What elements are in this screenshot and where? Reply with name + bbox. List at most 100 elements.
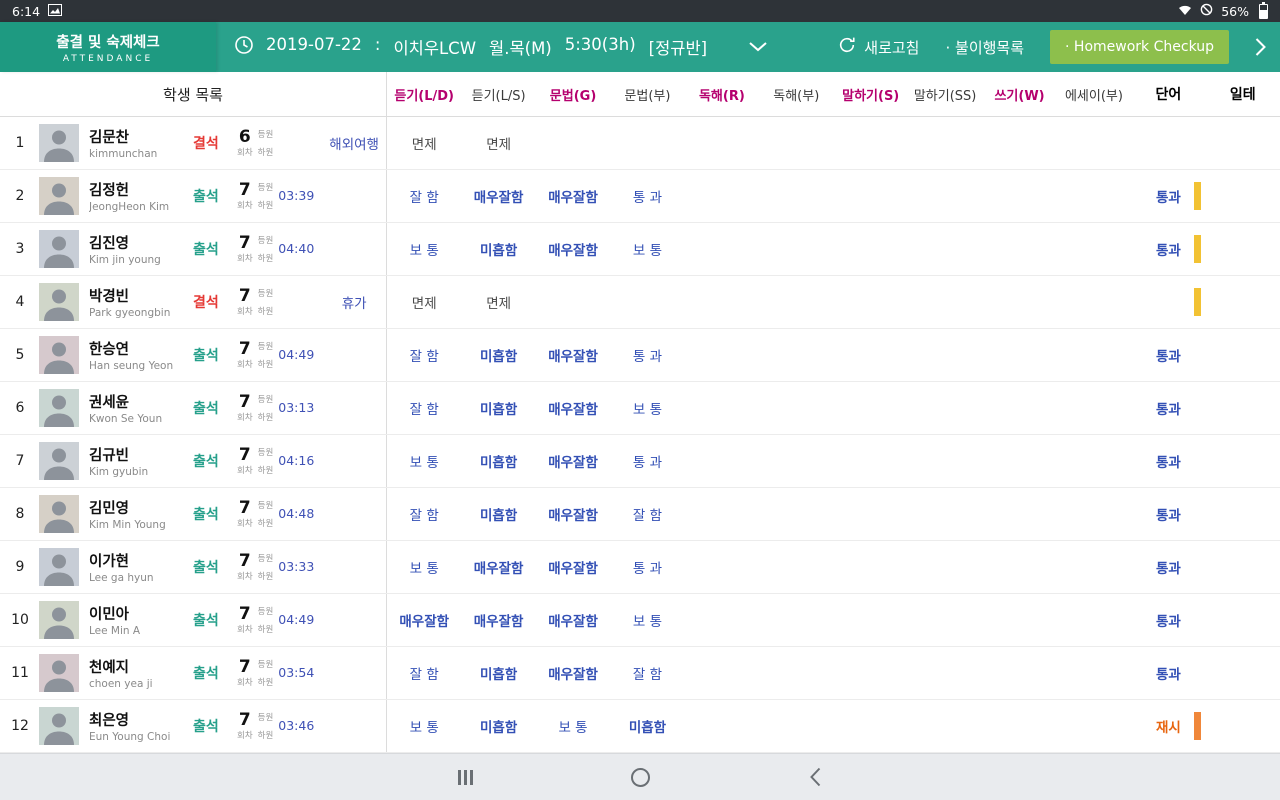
grade-cell[interactable]: 보 통 (610, 610, 684, 630)
grade-cell[interactable]: 면제 (461, 133, 535, 153)
student-photo[interactable] (39, 654, 79, 692)
grade-cell[interactable]: 매우잘함 (536, 504, 610, 524)
student-row[interactable]: 4 박경빈 Park gyeongbin 결석 7 회차 등원 하원 휴가 면제 면제 (0, 276, 1280, 329)
column-header[interactable]: 쓰기(W) (982, 85, 1056, 104)
grade-cell[interactable]: 매우잘함 (536, 557, 610, 577)
column-header[interactable]: 말하기(SS) (908, 85, 982, 104)
grade-cell[interactable]: 면제 (387, 292, 461, 312)
attendance-status[interactable]: 출석 (193, 451, 233, 471)
vocab-result-cell[interactable]: 통과 (1131, 329, 1205, 381)
attendance-status[interactable]: 결석 (193, 292, 233, 312)
column-header[interactable]: 일테 (1206, 84, 1280, 104)
grade-cell[interactable]: 매우잘함 (387, 610, 461, 630)
column-header[interactable]: 듣기(L/D) (387, 85, 461, 104)
vocab-result-cell[interactable]: 재시 (1131, 700, 1205, 752)
grade-cell[interactable]: 미흡함 (461, 451, 535, 471)
grade-cell[interactable]: 매우잘함 (536, 398, 610, 418)
column-header[interactable]: 에세이(부) (1057, 85, 1131, 104)
attendance-status[interactable]: 출석 (193, 610, 233, 630)
grade-cell[interactable]: 잘 함 (387, 504, 461, 524)
grade-cell[interactable]: 미흡함 (461, 504, 535, 524)
grade-cell[interactable]: 보 통 (610, 398, 684, 418)
vocab-result-cell[interactable]: 통과 (1131, 488, 1205, 540)
student-photo[interactable] (39, 442, 79, 480)
grade-cell[interactable]: 매우잘함 (536, 451, 610, 471)
grade-cell[interactable]: 잘 함 (610, 504, 684, 524)
chevron-down-icon[interactable] (749, 42, 767, 52)
grade-cell[interactable]: 매우잘함 (461, 186, 535, 206)
grade-cell[interactable]: 면제 (461, 292, 535, 312)
student-row[interactable]: 2 김정헌 JeongHeon Kim 출석 7 회차 등원 하원 03:39 잘 함 매우잘함 매우… (0, 170, 1280, 223)
student-row[interactable]: 3 김진영 Kim jin young 출석 7 회차 등원 하원 04:40 보 통 미흡함 매우잘… (0, 223, 1280, 276)
attendance-status[interactable]: 출석 (193, 504, 233, 524)
grade-cell[interactable]: 미흡함 (461, 663, 535, 683)
column-header[interactable]: 말하기(S) (833, 85, 907, 104)
student-row[interactable]: 10 이민아 Lee Min A 출석 7 회차 등원 하원 04:49 매우잘함 매우잘함 매우잘함… (0, 594, 1280, 647)
vocab-result-cell[interactable]: 통과 (1131, 594, 1205, 646)
student-photo[interactable] (39, 389, 79, 427)
vocab-result-cell[interactable]: 통과 (1131, 223, 1205, 275)
grade-cell[interactable]: 통 과 (610, 451, 684, 471)
student-row[interactable]: 12 최은영 Eun Young Choi 출석 7 회차 등원 하원 03:46 보 통 미흡함 보… (0, 700, 1280, 753)
grade-cell[interactable]: 통 과 (610, 345, 684, 365)
grade-cell[interactable]: 보 통 (387, 239, 461, 259)
grade-cell[interactable]: 보 통 (536, 716, 610, 736)
student-photo[interactable] (39, 601, 79, 639)
grade-cell[interactable]: 보 통 (387, 451, 461, 471)
student-row[interactable]: 8 김민영 Kim Min Young 출석 7 회차 등원 하원 04:48 잘 함 미흡함 매우잘… (0, 488, 1280, 541)
student-photo[interactable] (39, 548, 79, 586)
grade-cell[interactable]: 미흡함 (461, 239, 535, 259)
back-button[interactable] (795, 762, 835, 792)
vocab-result-cell[interactable]: 통과 (1131, 382, 1205, 434)
recents-button[interactable] (445, 762, 485, 792)
grade-cell[interactable]: 매우잘함 (536, 345, 610, 365)
attendance-status[interactable]: 출석 (193, 186, 233, 206)
attendance-status[interactable]: 출석 (193, 663, 233, 683)
noncompliance-list-button[interactable]: · 불이행목록 (945, 37, 1024, 58)
column-header[interactable]: 독해(부) (759, 85, 833, 104)
column-header[interactable]: 문법(부) (610, 85, 684, 104)
vocab-result-cell[interactable]: 통과 (1131, 647, 1205, 699)
student-row[interactable]: 9 이가현 Lee ga hyun 출석 7 회차 등원 하원 03:33 보 통 매우잘함 매우잘함… (0, 541, 1280, 594)
grade-cell[interactable]: 잘 함 (610, 663, 684, 683)
student-photo[interactable] (39, 495, 79, 533)
attendance-status[interactable]: 결석 (193, 133, 233, 153)
student-row[interactable]: 1 김문찬 kimmunchan 결석 6 회차 등원 하원 해외여행 면제 면제 (0, 117, 1280, 170)
attendance-status[interactable]: 출석 (193, 239, 233, 259)
column-header[interactable]: 듣기(L/S) (461, 85, 535, 104)
grade-cell[interactable]: 잘 함 (387, 186, 461, 206)
grade-cell[interactable]: 미흡함 (610, 716, 684, 736)
column-header[interactable]: 독해(R) (685, 85, 759, 104)
refresh-button[interactable]: 새로고침 (838, 36, 919, 58)
session-selector[interactable]: 2019-07-22: 이치우LCW 월.목(M) 5:30(3h) [정규반] (234, 35, 767, 59)
homework-checkup-button[interactable]: · Homework Checkup (1050, 30, 1229, 64)
column-header[interactable]: 단어 (1131, 84, 1205, 104)
vocab-result-cell[interactable] (1131, 276, 1205, 328)
grade-cell[interactable]: 통 과 (610, 557, 684, 577)
next-page-arrow[interactable] (1255, 38, 1266, 56)
attendance-status[interactable]: 출석 (193, 557, 233, 577)
vocab-result-cell[interactable] (1131, 117, 1205, 169)
grade-cell[interactable]: 면제 (387, 133, 461, 153)
grade-cell[interactable]: 미흡함 (461, 398, 535, 418)
grade-cell[interactable]: 잘 함 (387, 398, 461, 418)
grade-cell[interactable]: 미흡함 (461, 345, 535, 365)
grade-cell[interactable]: 매우잘함 (536, 239, 610, 259)
student-row[interactable]: 5 한승연 Han seung Yeon 출석 7 회차 등원 하원 04:49 잘 함 미흡함 매우… (0, 329, 1280, 382)
student-row[interactable]: 11 천예지 choen yea ji 출석 7 회차 등원 하원 03:54 잘 함 미흡함 매우잘… (0, 647, 1280, 700)
grade-cell[interactable]: 잘 함 (387, 663, 461, 683)
student-row[interactable]: 6 권세윤 Kwon Se Youn 출석 7 회차 등원 하원 03:13 잘 함 미흡함 매우잘함… (0, 382, 1280, 435)
grade-cell[interactable]: 매우잘함 (461, 557, 535, 577)
column-header[interactable]: 문법(G) (536, 85, 610, 104)
vocab-result-cell[interactable]: 통과 (1131, 541, 1205, 593)
attendance-status[interactable]: 출석 (193, 345, 233, 365)
home-button[interactable] (620, 762, 660, 792)
vocab-result-cell[interactable]: 통과 (1131, 170, 1205, 222)
grade-cell[interactable]: 잘 함 (387, 345, 461, 365)
grade-cell[interactable]: 통 과 (610, 186, 684, 206)
student-photo[interactable] (39, 124, 79, 162)
vocab-result-cell[interactable]: 통과 (1131, 435, 1205, 487)
grade-cell[interactable]: 보 통 (387, 557, 461, 577)
attendance-status[interactable]: 출석 (193, 716, 233, 736)
grade-cell[interactable]: 매우잘함 (536, 186, 610, 206)
